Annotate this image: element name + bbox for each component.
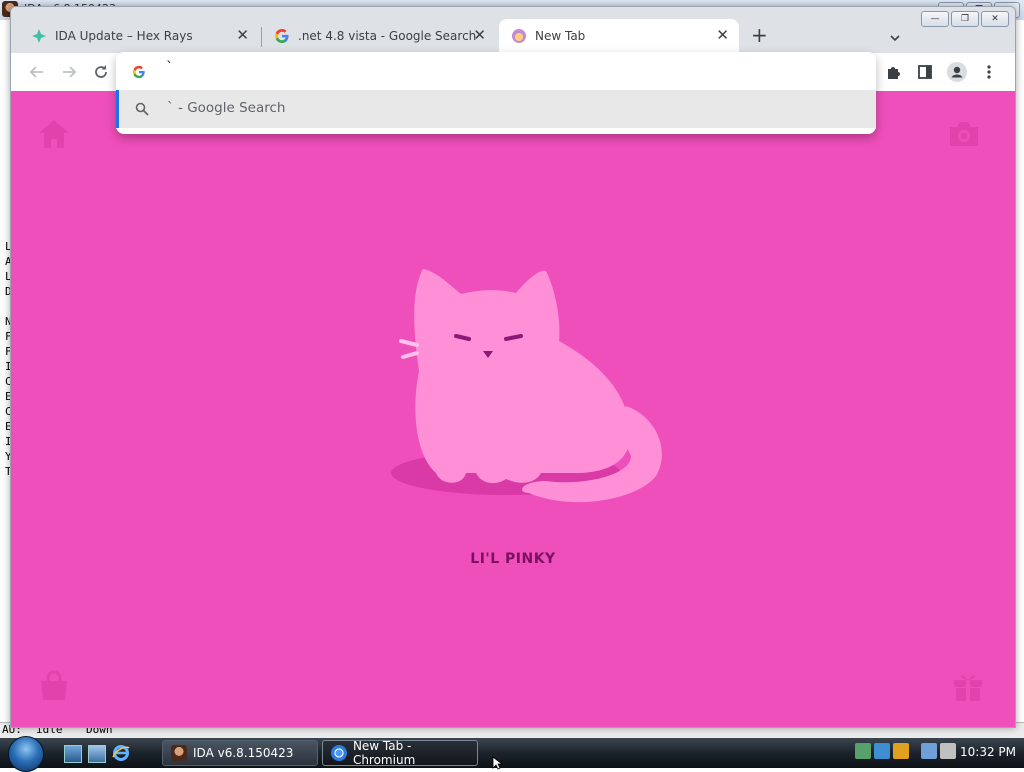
window-controls: — ❐ ✕ — [921, 11, 1009, 27]
ida-app-icon — [171, 745, 187, 761]
shopping-bag-icon[interactable] — [37, 669, 71, 703]
taskbar-item-ida[interactable]: IDA v6.8.150423 — [162, 740, 318, 766]
cat-icon — [511, 28, 527, 44]
omnibox-text: ` — [166, 60, 173, 76]
tab-google-search[interactable]: .net 4.8 vista - Google Search ✕ — [262, 19, 496, 53]
hexrays-icon — [31, 28, 47, 44]
chromium-icon — [331, 745, 347, 761]
taskbar-item-chromium[interactable]: New Tab - Chromium — [322, 739, 478, 767]
minimize-icon[interactable]: — — [921, 11, 949, 27]
taskbar: IDA v6.8.150423 New Tab - Chromium 10:32… — [0, 736, 1024, 772]
google-icon — [274, 28, 290, 44]
new-tab-page: LI'L PINKY — [11, 91, 1015, 727]
tab-title: New Tab — [535, 29, 586, 43]
search-icon — [135, 101, 149, 120]
pet-name: LI'L PINKY — [470, 551, 556, 567]
switch-windows-icon[interactable] — [88, 745, 106, 763]
suggestion-text: ` - Google Search — [167, 100, 286, 116]
reload-icon[interactable] — [91, 62, 111, 82]
taskbar-item-label: IDA v6.8.150423 — [193, 746, 294, 760]
extensions-puzzle-icon[interactable] — [883, 62, 903, 82]
new-tab-plus-icon[interactable]: + — [751, 24, 768, 46]
tray-spacer — [912, 743, 918, 759]
omnibox-popup: ` ` - Google Search — [116, 52, 876, 134]
volume-muted-icon[interactable] — [940, 743, 956, 759]
start-orb-icon[interactable] — [8, 736, 44, 772]
forward-arrow-icon[interactable] — [59, 62, 79, 82]
omnibox-suggestion[interactable]: ` - Google Search — [116, 90, 876, 128]
tray-shield-icon[interactable] — [893, 743, 909, 759]
tab-title: IDA Update – Hex Rays — [55, 29, 193, 43]
side-panel-icon[interactable] — [915, 62, 935, 82]
restore-icon[interactable]: ❐ — [951, 11, 979, 27]
cat-whiskers — [399, 339, 419, 359]
show-desktop-icon[interactable] — [64, 745, 82, 763]
tab-strip: IDA Update – Hex Rays ✕ .net 4.8 vista -… — [11, 7, 1015, 53]
tab-close-icon[interactable]: ✕ — [473, 27, 486, 43]
tray-app-icon[interactable] — [855, 743, 871, 759]
internet-explorer-icon[interactable] — [112, 744, 130, 761]
taskbar-item-label: New Tab - Chromium — [352, 739, 416, 767]
omnibox-input[interactable]: ` — [116, 52, 876, 90]
tab-new-tab[interactable]: New Tab ✕ — [499, 19, 739, 53]
chevron-down-icon[interactable] — [889, 29, 901, 42]
kebab-menu-icon[interactable] — [979, 62, 999, 82]
cat-body — [414, 269, 631, 484]
tab-ida-update[interactable]: IDA Update – Hex Rays ✕ — [19, 19, 259, 53]
camera-icon[interactable] — [947, 117, 981, 151]
back-arrow-icon[interactable] — [27, 62, 47, 82]
tab-close-icon[interactable]: ✕ — [716, 27, 729, 43]
tab-title: .net 4.8 vista - Google Search — [298, 29, 477, 43]
tray-app-icon[interactable] — [874, 743, 890, 759]
system-tray — [855, 743, 956, 759]
google-icon — [132, 64, 146, 83]
clock[interactable]: 10:32 PM — [960, 745, 1016, 759]
gift-icon[interactable] — [951, 669, 985, 703]
home-icon[interactable] — [37, 117, 71, 151]
tab-close-icon[interactable]: ✕ — [236, 27, 249, 43]
profile-avatar-icon[interactable] — [947, 62, 967, 82]
network-icon[interactable] — [921, 743, 937, 759]
cat-illustration — [391, 269, 662, 503]
close-icon[interactable]: ✕ — [981, 11, 1009, 27]
